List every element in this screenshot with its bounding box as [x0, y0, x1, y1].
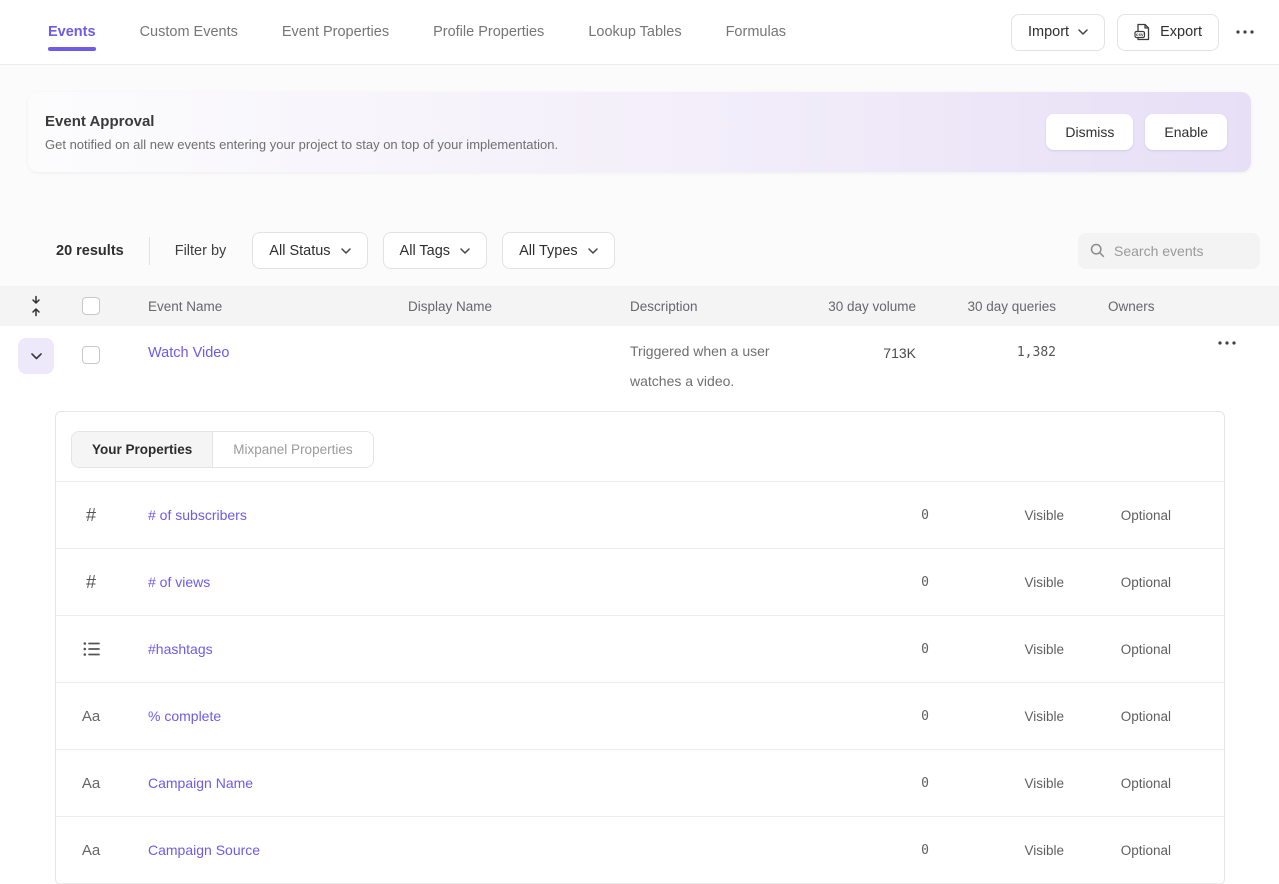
search-input[interactable]	[1114, 243, 1248, 259]
table-row: Watch Video Triggered when a user watche…	[0, 326, 1279, 411]
property-name-link[interactable]: #hashtags	[148, 641, 869, 657]
text-icon: Aa	[76, 842, 106, 859]
property-name-link[interactable]: % complete	[148, 708, 869, 724]
property-requirement: Optional	[1091, 843, 1171, 858]
column-header-description[interactable]: Description	[630, 299, 820, 314]
volume-cell: 713K	[820, 326, 920, 361]
property-row: # # of views 0 Visible Optional	[56, 549, 1224, 616]
filter-dropdowns: All Status All Tags All Types	[252, 232, 629, 269]
property-requirement: Optional	[1091, 709, 1171, 724]
tab-mixpanel-properties[interactable]: Mixpanel Properties	[213, 432, 372, 467]
property-count: 0	[869, 508, 929, 523]
nav-actions: Import csv Export	[1011, 14, 1259, 51]
enable-button[interactable]: Enable	[1145, 114, 1227, 150]
banner-title: Event Approval	[45, 113, 1046, 130]
property-visibility: Visible	[1004, 642, 1064, 657]
number-icon: #	[76, 572, 106, 593]
nav-tabs: Events Custom Events Event Properties Profi…	[48, 0, 1011, 65]
collapse-all-icon[interactable]	[29, 295, 43, 317]
chevron-down-icon	[1078, 29, 1088, 35]
row-actions-button[interactable]	[1200, 326, 1279, 345]
results-count: 20 results	[56, 243, 124, 259]
column-header-display-name[interactable]: Display Name	[408, 299, 630, 314]
property-row: Aa % complete 0 Visible Optional	[56, 683, 1224, 750]
divider	[149, 237, 150, 265]
filter-dropdown-all-types[interactable]: All Types	[502, 232, 615, 269]
property-visibility: Visible	[1004, 575, 1064, 590]
chevron-down-icon	[460, 248, 470, 254]
description-cell: Triggered when a user watches a video.	[630, 326, 820, 396]
property-count: 0	[869, 843, 929, 858]
dismiss-button[interactable]: Dismiss	[1046, 114, 1133, 150]
export-button[interactable]: csv Export	[1117, 14, 1219, 51]
properties-tabs: Your PropertiesMixpanel Properties	[71, 431, 374, 468]
chevron-down-icon	[31, 353, 42, 360]
property-requirement: Optional	[1091, 642, 1171, 657]
tab-lookup-tables[interactable]: Lookup Tables	[588, 0, 681, 65]
tab-event-properties[interactable]: Event Properties	[282, 0, 389, 65]
collapse-row-button[interactable]	[18, 338, 54, 374]
search-icon	[1090, 243, 1105, 258]
property-count: 0	[869, 776, 929, 791]
search-box[interactable]	[1078, 233, 1260, 269]
chevron-down-icon	[588, 248, 598, 254]
property-row: Aa Campaign Source 0 Visible Optional	[56, 817, 1224, 884]
queries-cell: 1,382	[920, 326, 1060, 360]
property-row: # # of subscribers 0 Visible Optional	[56, 482, 1224, 549]
property-count: 0	[869, 709, 929, 724]
table-header-row: Event Name Display Name Description 30 d…	[0, 286, 1279, 326]
property-visibility: Visible	[1004, 843, 1064, 858]
property-name-link[interactable]: Campaign Source	[148, 842, 869, 858]
tab-events[interactable]: Events	[48, 0, 96, 65]
filter-by-label: Filter by	[175, 243, 227, 259]
number-icon: #	[76, 505, 106, 526]
property-row: Aa Campaign Name 0 Visible Optional	[56, 750, 1224, 817]
tab-formulas[interactable]: Formulas	[726, 0, 786, 65]
ellipsis-icon	[1236, 30, 1254, 34]
banner-description: Get notified on all new events entering …	[45, 137, 1046, 152]
chevron-down-icon	[341, 248, 351, 254]
property-count: 0	[869, 642, 929, 657]
property-name-link[interactable]: # of subscribers	[148, 507, 869, 523]
property-name-link[interactable]: Campaign Name	[148, 775, 869, 791]
event-name-link[interactable]: Watch Video	[148, 326, 229, 361]
row-checkbox[interactable]	[82, 346, 100, 364]
filter-dropdown-all-tags[interactable]: All Tags	[383, 232, 488, 269]
csv-file-icon: csv	[1134, 23, 1151, 41]
event-approval-banner: Event Approval Get notified on all new e…	[28, 92, 1251, 172]
property-requirement: Optional	[1091, 776, 1171, 791]
import-button-label: Import	[1028, 24, 1069, 40]
column-header-volume[interactable]: 30 day volume	[820, 299, 920, 314]
svg-text:csv: csv	[1136, 32, 1144, 37]
properties-list: # # of subscribers 0 Visible Optional # …	[56, 482, 1224, 884]
import-button[interactable]: Import	[1011, 14, 1105, 51]
filter-dropdown-all-status[interactable]: All Status	[252, 232, 367, 269]
column-header-queries[interactable]: 30 day queries	[920, 299, 1060, 314]
top-navigation: Events Custom Events Event Properties Profi…	[0, 0, 1279, 65]
list-icon	[76, 641, 106, 657]
tab-custom-events[interactable]: Custom Events	[140, 0, 238, 65]
column-header-owners[interactable]: Owners	[1060, 299, 1200, 314]
text-icon: Aa	[76, 775, 106, 792]
property-row: #hashtags 0 Visible Optional	[56, 616, 1224, 683]
property-visibility: Visible	[1004, 709, 1064, 724]
column-header-event-name[interactable]: Event Name	[148, 299, 408, 314]
property-name-link[interactable]: # of views	[148, 574, 869, 590]
filter-bar: 20 results Filter by All StatusAll TagsA…	[0, 232, 1279, 269]
text-icon: Aa	[76, 708, 106, 725]
property-requirement: Optional	[1091, 508, 1171, 523]
tab-your-properties[interactable]: Your Properties	[72, 432, 213, 467]
property-requirement: Optional	[1091, 575, 1171, 590]
properties-panel: Your PropertiesMixpanel Properties # # o…	[55, 411, 1225, 884]
export-button-label: Export	[1160, 24, 1202, 40]
events-table: Event Name Display Name Description 30 d…	[0, 286, 1279, 884]
ellipsis-icon	[1218, 341, 1279, 345]
more-options-button[interactable]	[1231, 18, 1259, 46]
tab-profile-properties[interactable]: Profile Properties	[433, 0, 544, 65]
select-all-checkbox[interactable]	[82, 297, 100, 315]
property-count: 0	[869, 575, 929, 590]
property-visibility: Visible	[1004, 508, 1064, 523]
property-visibility: Visible	[1004, 776, 1064, 791]
